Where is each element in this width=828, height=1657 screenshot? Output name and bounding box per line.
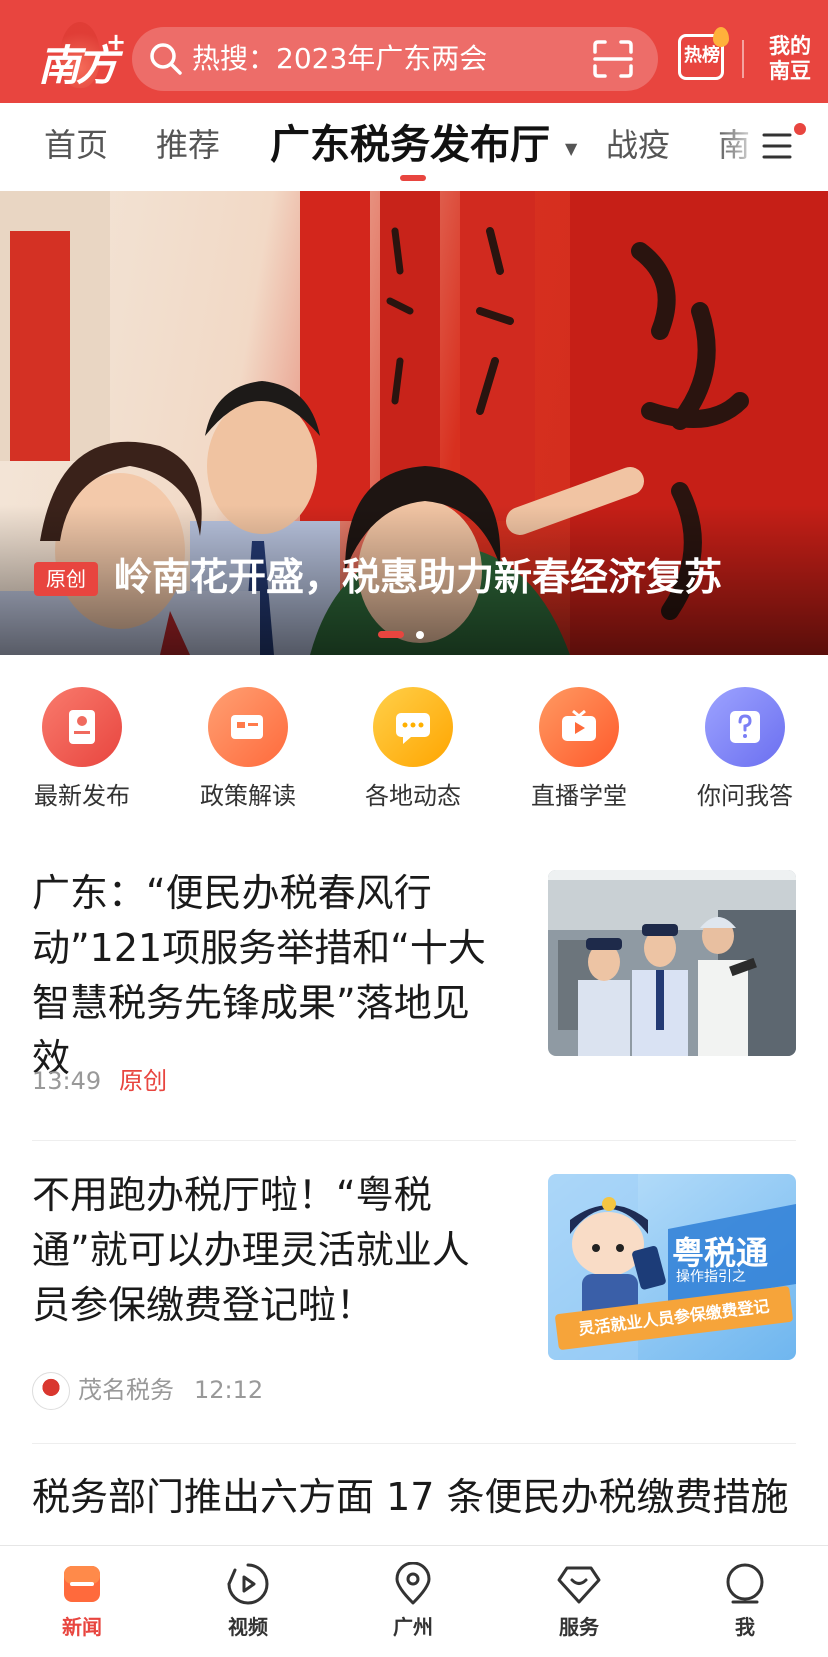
- entry-live-school[interactable]: 直播学堂: [514, 685, 644, 815]
- logo-plus: +: [106, 28, 127, 56]
- thumb-subtitle: 操作指引之: [676, 1269, 746, 1285]
- entry-policy-interpretation[interactable]: 政策解读: [183, 685, 313, 815]
- chat-icon: [373, 687, 453, 767]
- banner-caption[interactable]: 岭南花开盛，税惠助力新春经济复苏: [114, 551, 722, 603]
- nav-guangzhou[interactable]: 广州: [348, 1546, 478, 1657]
- logo-text: 南方: [38, 41, 118, 90]
- tab-epidemic[interactable]: 战疫: [606, 125, 670, 165]
- search-bar[interactable]: 热搜：2023年广东两会: [132, 27, 658, 91]
- news-meta: 13:49 原创: [32, 1066, 167, 1096]
- search-hot-query: 热搜：2023年广东两会: [192, 42, 488, 75]
- question-icon: [705, 687, 785, 767]
- divider: [32, 1443, 796, 1444]
- source-avatar[interactable]: [32, 1372, 70, 1410]
- carousel-dot-active[interactable]: [378, 631, 404, 638]
- dropdown-caret-icon[interactable]: ▼: [565, 139, 577, 158]
- menu-icon[interactable]: [760, 131, 794, 161]
- tab-home[interactable]: 首页: [44, 125, 108, 165]
- news-title[interactable]: 广东：“便民办税春风行动”121项服务举措和“十大智慧税务先锋成果”落地见效: [32, 866, 502, 1086]
- news-thumbnail[interactable]: 粤税通 操作指引之 灵活就业人员参保缴费登记: [548, 1174, 796, 1360]
- news-tag-original: 原创: [119, 1067, 168, 1095]
- flame-icon: [713, 27, 729, 47]
- news-title[interactable]: 税务部门推出六方面 17 条便民办税缴费措施: [32, 1470, 812, 1525]
- news-title[interactable]: 不用跑办税厅啦！“粤税通”就可以办理灵活就业人员参保缴费登记啦！: [32, 1168, 502, 1333]
- nav-news[interactable]: 新闻: [17, 1546, 147, 1657]
- scan-icon[interactable]: [592, 39, 634, 79]
- bottom-navigation: 新闻 视频 广州 服务 我: [0, 1545, 828, 1657]
- hot-list-button[interactable]: 热榜: [678, 27, 729, 80]
- entry-local-news[interactable]: 各地动态: [348, 685, 478, 815]
- news-thumbnail[interactable]: [548, 870, 796, 1056]
- nav-video[interactable]: 视频: [183, 1546, 313, 1657]
- news-item-1[interactable]: 广东：“便民办税春风行动”121项服务举措和“十大智慧税务先锋成果”落地见效 1…: [32, 866, 796, 1106]
- nav-label: 新闻: [62, 1615, 102, 1639]
- header-divider: [742, 40, 744, 78]
- tv-icon: [539, 687, 619, 767]
- entry-latest-release[interactable]: 最新发布: [17, 685, 147, 815]
- news-item-2[interactable]: 不用跑办税厅啦！“粤税通”就可以办理灵活就业人员参保缴费登记啦！ 粤税通 操作指…: [32, 1168, 796, 1410]
- video-icon: [227, 1563, 269, 1605]
- entry-label: 最新发布: [34, 782, 130, 810]
- nav-label: 视频: [228, 1615, 268, 1639]
- card-icon: [208, 687, 288, 767]
- tab-recommend[interactable]: 推荐: [156, 125, 220, 165]
- document-icon: [42, 687, 122, 767]
- news-time: 13:49: [32, 1067, 102, 1095]
- nav-service[interactable]: 服务: [514, 1546, 644, 1657]
- search-icon: [150, 43, 182, 75]
- profile-icon: [726, 1563, 764, 1604]
- app-logo[interactable]: 南方 +: [34, 18, 126, 90]
- nav-label: 服务: [559, 1615, 599, 1639]
- quick-entries: 最新发布 政策解读 各地动态 直播学堂 你问我答: [0, 685, 828, 815]
- entry-qa[interactable]: 你问我答: [680, 685, 810, 815]
- my-nandou-line1: 我的: [769, 34, 811, 58]
- nav-label: 我: [735, 1615, 755, 1639]
- tab-guangdong-tax[interactable]: 广东税务发布厅: [270, 121, 550, 169]
- divider: [32, 1140, 796, 1141]
- entry-label: 你问我答: [697, 782, 793, 810]
- news-meta: 茂名税务 12:12: [32, 1372, 263, 1410]
- original-badge: 原创: [34, 562, 98, 596]
- nav-label: 广州: [393, 1615, 433, 1639]
- entry-label: 各地动态: [365, 782, 461, 810]
- channel-tabs: 首页 推荐 广东税务发布厅 ▼ 战疫 南: [0, 103, 828, 191]
- my-nandou-button[interactable]: 我的 南豆: [760, 34, 820, 84]
- banner-carousel[interactable]: 原创 岭南花开盛，税惠助力新春经济复苏: [0, 191, 828, 655]
- hot-list-label: 热榜: [684, 45, 720, 66]
- my-nandou-line2: 南豆: [769, 59, 811, 83]
- service-icon: [557, 1566, 601, 1604]
- news-icon: [64, 1566, 100, 1602]
- news-time: 12:12: [194, 1376, 264, 1404]
- carousel-dot[interactable]: [416, 631, 424, 639]
- nav-me[interactable]: 我: [680, 1546, 810, 1657]
- news-source[interactable]: 茂名税务: [78, 1376, 174, 1404]
- notification-dot: [794, 123, 806, 135]
- entry-label: 政策解读: [200, 782, 296, 810]
- active-tab-indicator: [400, 175, 426, 181]
- location-icon: [395, 1562, 431, 1605]
- app-header: 南方 + 热搜：2023年广东两会 热榜 我的 南豆: [0, 0, 828, 103]
- entry-label: 直播学堂: [531, 782, 627, 810]
